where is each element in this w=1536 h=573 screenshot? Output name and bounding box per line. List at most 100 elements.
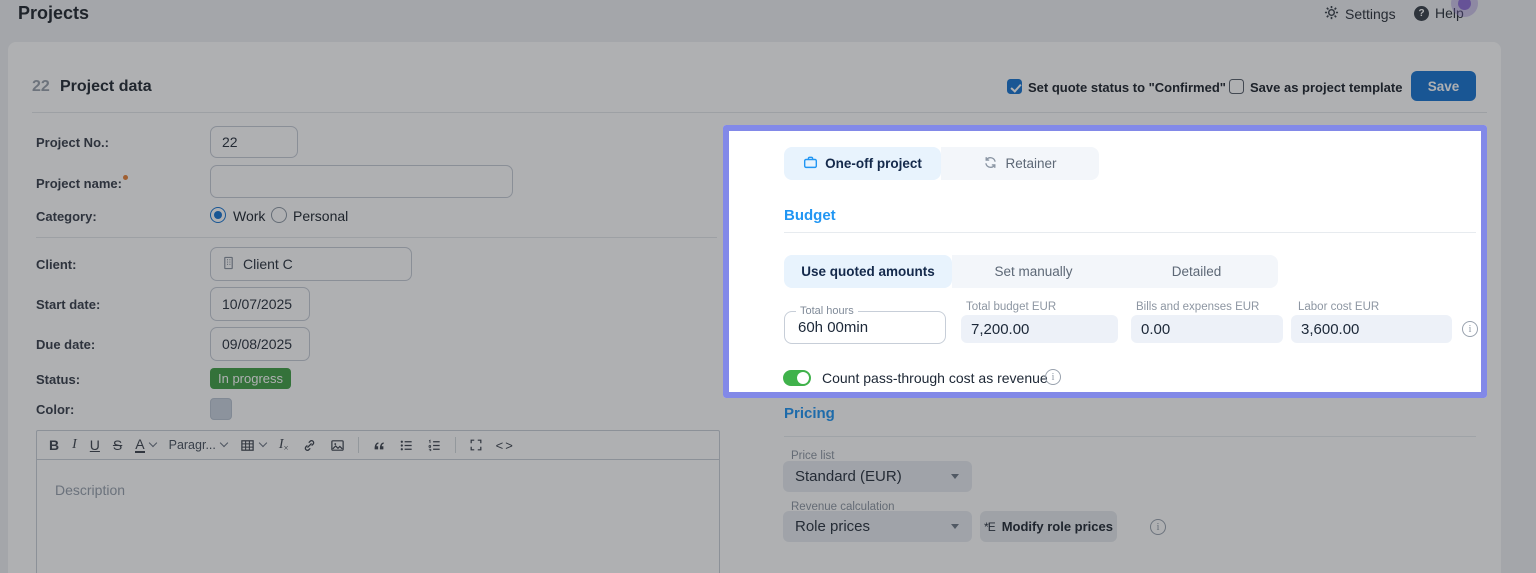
- total-hours-value: 60h 00min: [798, 319, 869, 336]
- building-icon: [222, 256, 235, 273]
- image-icon: [330, 438, 345, 453]
- bullet-list-icon: [399, 438, 414, 453]
- total-hours-field[interactable]: Total hours 60h 00min: [784, 305, 946, 344]
- revenue-calculation-select[interactable]: Role prices: [783, 511, 972, 542]
- total-hours-label: Total hours: [796, 305, 858, 317]
- fullscreen-button[interactable]: [469, 438, 483, 452]
- modify-role-prices-button[interactable]: Modify role prices: [980, 511, 1117, 542]
- due-date-input[interactable]: 09/08/2025: [210, 327, 310, 361]
- bills-expenses-field[interactable]: 0.00: [1131, 315, 1283, 343]
- bills-expenses-label: Bills and expenses EUR: [1136, 301, 1260, 313]
- category-label: Category:: [36, 209, 97, 224]
- toolbar-separator: [454, 437, 456, 453]
- chevron-down-icon: [148, 438, 157, 448]
- notification-beacon[interactable]: [1458, 0, 1471, 10]
- budget-divider: [784, 232, 1476, 233]
- quote-status-label: Set quote status to "Confirmed": [1028, 80, 1226, 95]
- strikethrough-button[interactable]: S: [113, 438, 122, 452]
- project-name-input[interactable]: [210, 165, 513, 198]
- category-radio-work[interactable]: [210, 207, 226, 223]
- briefcase-icon: [803, 155, 818, 173]
- blockquote-icon: [372, 438, 386, 452]
- project-type-tabs: One-off project Retainer: [784, 147, 1099, 180]
- tab-retainer[interactable]: Retainer: [941, 147, 1099, 180]
- project-no-input[interactable]: 22: [210, 126, 298, 158]
- link-icon: [302, 438, 317, 453]
- price-list-select[interactable]: Standard (EUR): [783, 461, 972, 492]
- description-editor[interactable]: B I U S A Paragr... I × <> Description: [36, 430, 720, 573]
- due-date-label: Due date:: [36, 337, 96, 352]
- blockquote-button[interactable]: [372, 438, 386, 452]
- budget-mode-tabs: Use quoted amounts Set manually Detailed: [784, 255, 1278, 288]
- code-view-button[interactable]: <>: [496, 439, 515, 452]
- project-no-label: Project No.:: [36, 135, 109, 150]
- project-data-card: 22 Project data Set quote status to "Con…: [8, 42, 1501, 573]
- gear-icon: [1324, 5, 1339, 23]
- italic-button[interactable]: I: [72, 438, 77, 452]
- status-label: Status:: [36, 372, 81, 387]
- bold-button[interactable]: B: [49, 438, 59, 452]
- labor-cost-field[interactable]: 3,600.00: [1291, 315, 1452, 343]
- project-name-label: Project name:: [36, 175, 128, 191]
- chevron-down-icon: [258, 438, 268, 448]
- link-button[interactable]: [302, 438, 317, 453]
- description-placeholder: Description: [55, 482, 126, 498]
- fullscreen-icon: [469, 438, 483, 452]
- color-label: Color:: [36, 402, 75, 417]
- tab-use-quoted-amounts[interactable]: Use quoted amounts: [784, 255, 952, 288]
- save-template-label: Save as project template: [1250, 80, 1403, 95]
- category-radio-personal[interactable]: [271, 207, 287, 223]
- text-color-button[interactable]: A: [135, 436, 157, 454]
- pass-through-label: Count pass-through cost as revenue: [822, 370, 1048, 386]
- retainer-cycle-icon: [983, 155, 998, 173]
- numbered-list-icon: [427, 438, 442, 453]
- table-icon: [240, 438, 255, 453]
- toolbar-separator: [357, 437, 359, 453]
- clear-formatting-button[interactable]: I ×: [279, 438, 289, 453]
- table-button[interactable]: [240, 438, 268, 453]
- required-dot: [122, 175, 128, 180]
- tab-detailed[interactable]: Detailed: [1115, 255, 1278, 288]
- budget-heading: Budget: [784, 207, 836, 224]
- form-divider: [36, 237, 717, 238]
- image-button[interactable]: [330, 438, 345, 453]
- settings-label: Settings: [1345, 6, 1396, 22]
- pricing-heading: Pricing: [784, 405, 835, 422]
- card-title: Project data: [60, 78, 152, 95]
- start-date-input[interactable]: 10/07/2025: [210, 287, 310, 321]
- tab-set-manually[interactable]: Set manually: [952, 255, 1115, 288]
- client-input[interactable]: Client C: [210, 247, 412, 281]
- pass-through-info-icon[interactable]: [1045, 369, 1061, 385]
- caret-down-icon: [951, 524, 959, 529]
- bullet-list-button[interactable]: [399, 438, 414, 453]
- total-budget-label: Total budget EUR: [966, 301, 1057, 313]
- labor-cost-info-icon[interactable]: [1462, 321, 1478, 337]
- pricing-divider: [784, 436, 1476, 437]
- help-icon: [1414, 5, 1429, 21]
- tab-one-off-project[interactable]: One-off project: [784, 147, 941, 180]
- project-number-heading: 22: [32, 78, 50, 95]
- help-button[interactable]: Help: [1414, 5, 1464, 21]
- chevron-down-icon: [219, 438, 229, 448]
- underline-button[interactable]: U: [90, 438, 100, 452]
- labor-cost-label: Labor cost EUR: [1298, 301, 1380, 313]
- category-work-label: Work: [233, 208, 266, 224]
- status-badge[interactable]: In progress: [210, 368, 292, 389]
- quote-status-checkbox[interactable]: [1007, 79, 1022, 94]
- total-budget-field[interactable]: 7,200.00: [961, 315, 1118, 343]
- client-label: Client:: [36, 257, 77, 272]
- revenue-info-icon[interactable]: [1150, 519, 1166, 535]
- modify-prices-icon: [984, 520, 995, 534]
- pass-through-toggle[interactable]: [783, 370, 811, 386]
- editor-toolbar: B I U S A Paragr... I × <>: [37, 431, 719, 460]
- save-template-checkbox[interactable]: [1229, 79, 1244, 94]
- caret-down-icon: [951, 474, 959, 479]
- save-button[interactable]: Save: [1411, 71, 1476, 101]
- start-date-label: Start date:: [36, 297, 101, 312]
- page-title: Projects: [18, 3, 90, 23]
- paragraph-style-button[interactable]: Paragr...: [169, 438, 229, 452]
- numbered-list-button[interactable]: [427, 438, 442, 453]
- category-personal-label: Personal: [293, 208, 349, 224]
- settings-button[interactable]: Settings: [1324, 5, 1396, 23]
- color-swatch[interactable]: [210, 398, 232, 420]
